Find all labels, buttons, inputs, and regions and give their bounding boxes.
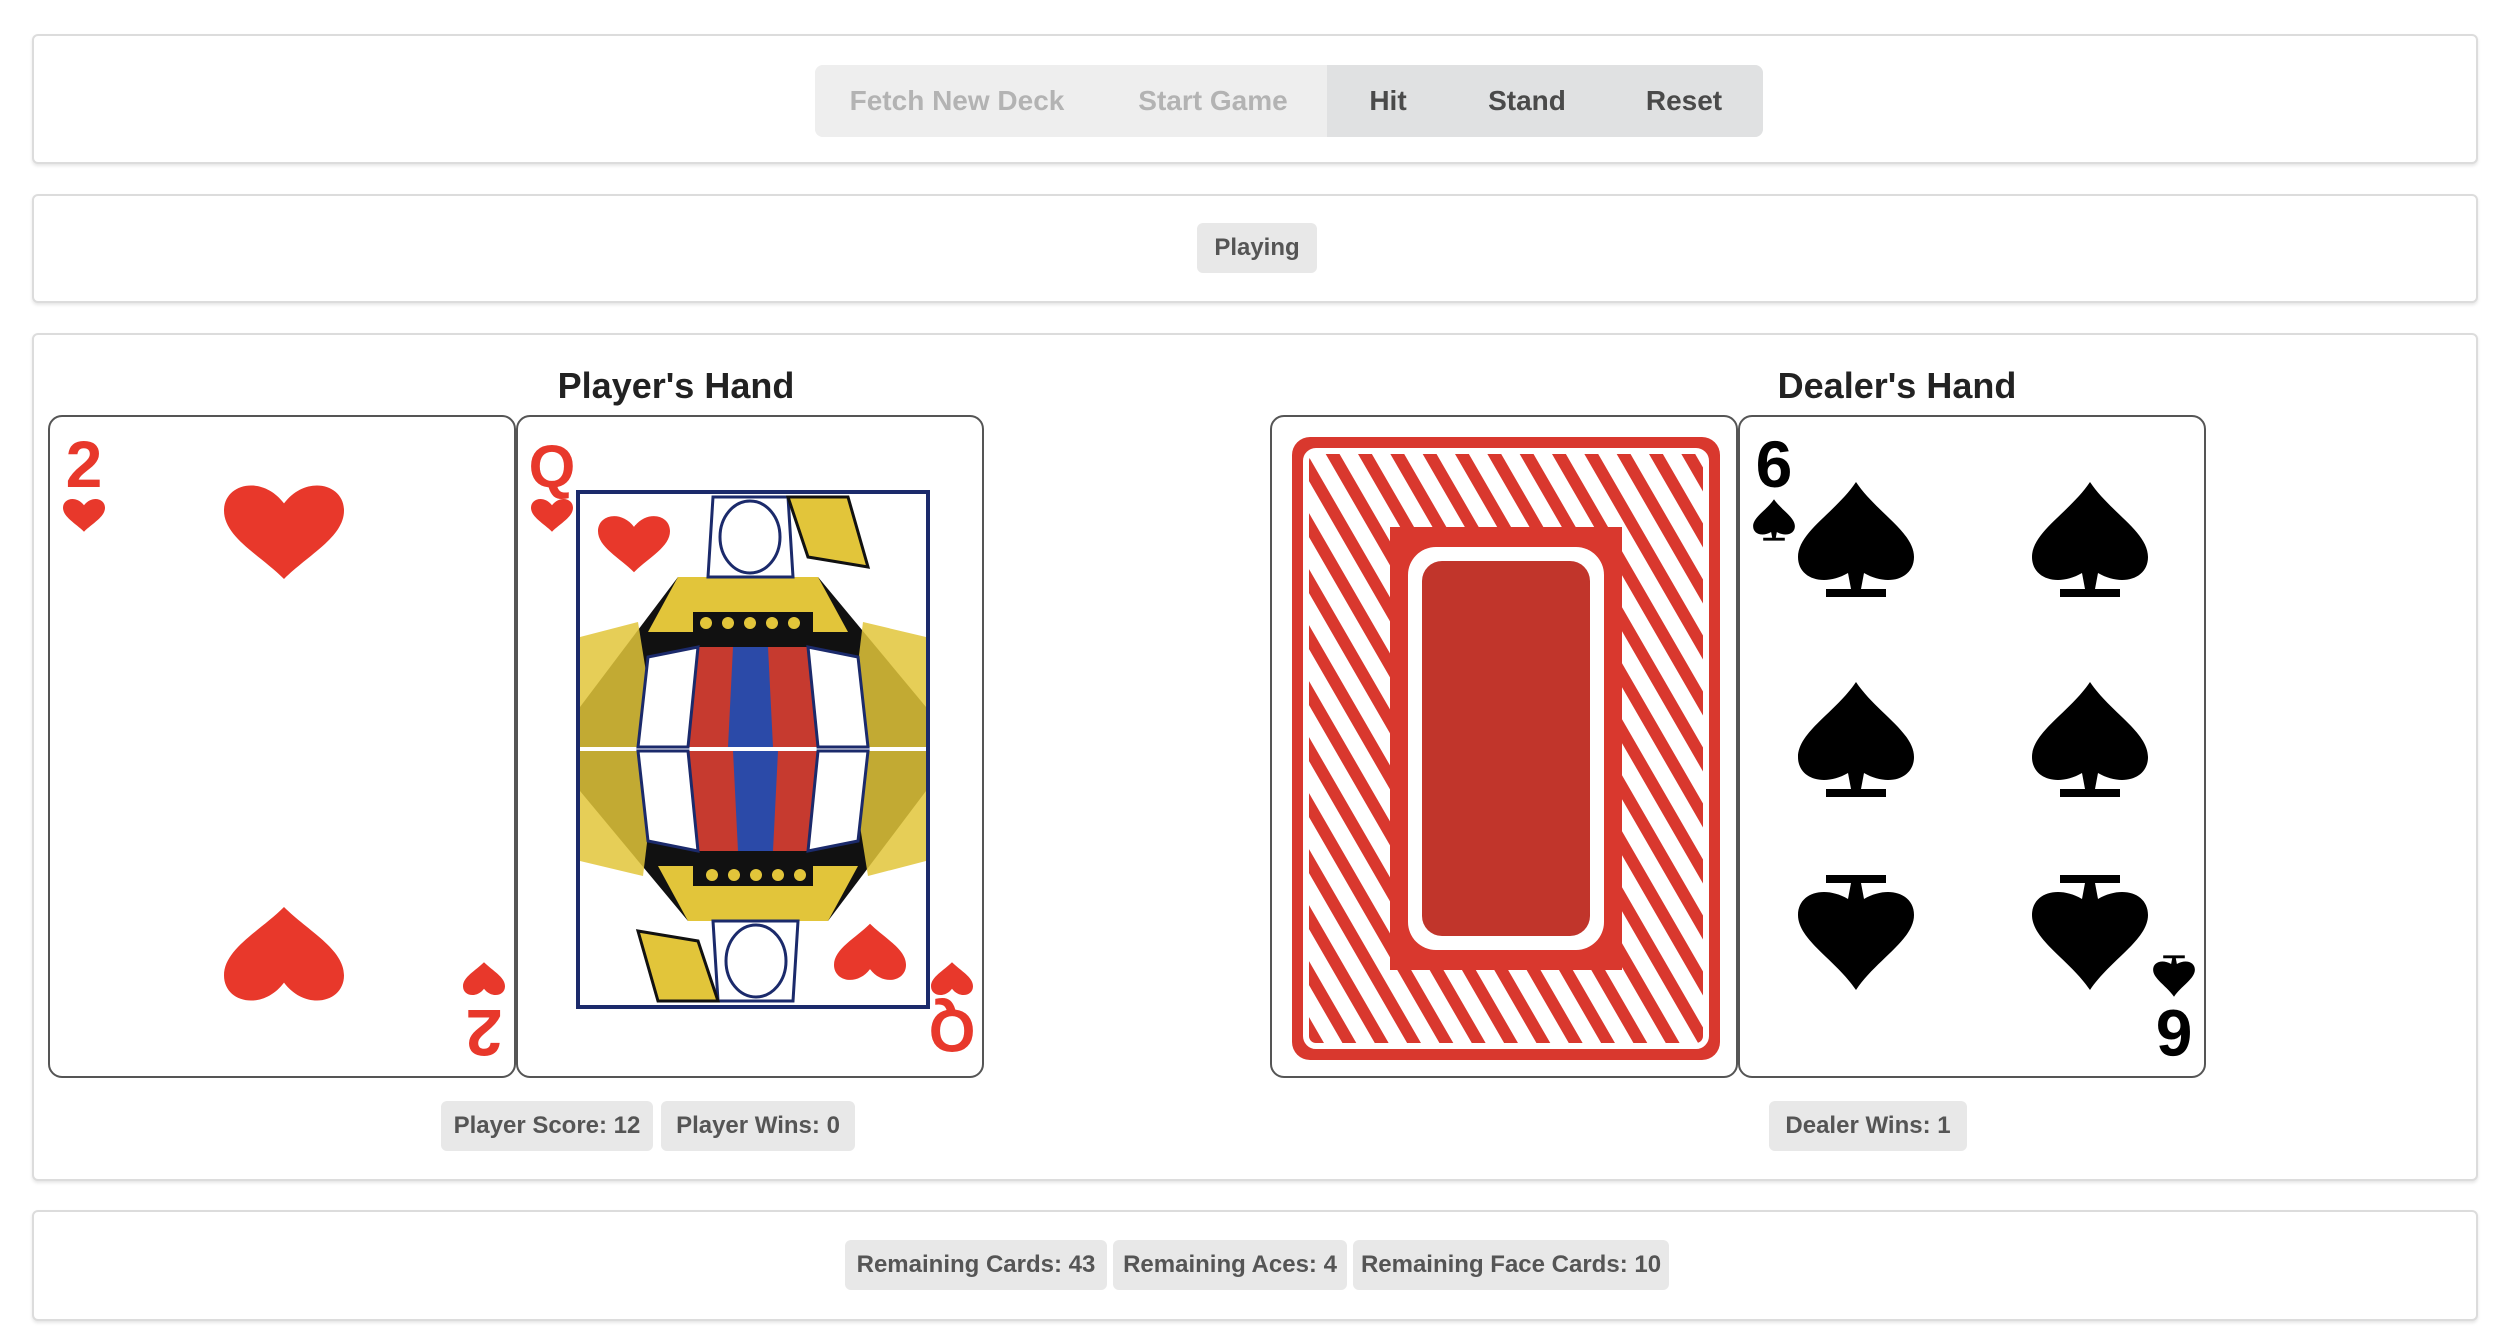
fetch-new-deck-button[interactable]: Fetch New Deck <box>815 65 1099 137</box>
spade-icon <box>1753 482 2195 997</box>
game-button-group: Fetch New Deck Start Game Hit Stand Rese… <box>815 65 1763 137</box>
status-panel: Playing <box>32 194 2478 303</box>
player-score-badge: Player Score: 12 <box>441 1101 653 1151</box>
player-wins-badge: Player Wins: 0 <box>661 1101 855 1151</box>
queen-artwork-icon <box>576 490 930 1009</box>
player-card-2-hearts: 2 2 <box>48 415 516 1078</box>
dealer-card-face-down <box>1270 415 1738 1078</box>
card-rank-inverted: Q <box>929 997 976 1064</box>
card-rank-inverted: 6 <box>2156 996 2193 1070</box>
heart-icon <box>63 485 505 1001</box>
dealer-hand-title: Dealer's Hand <box>1777 365 2017 406</box>
stand-button[interactable]: Stand <box>1449 65 1605 137</box>
card-rank: Q <box>529 433 576 500</box>
start-game-button[interactable]: Start Game <box>1099 65 1327 137</box>
game-status-badge: Playing <box>1197 223 1317 273</box>
remaining-face-cards-badge: Remaining Face Cards: 10 <box>1353 1240 1669 1290</box>
card-rank: 2 <box>66 427 103 501</box>
card-back-icon <box>1292 437 1720 1060</box>
player-hand-title: Player's Hand <box>557 365 795 406</box>
table-panel: Player's Hand Dealer's Hand 2 2 Q Q 6 6 … <box>32 333 2478 1181</box>
player-card-queen-hearts: Q Q <box>516 415 984 1078</box>
card-rank-inverted: 2 <box>466 996 503 1070</box>
remaining-aces-badge: Remaining Aces: 4 <box>1113 1240 1347 1290</box>
hit-button[interactable]: Hit <box>1327 65 1449 137</box>
controls-panel: Fetch New Deck Start Game Hit Stand Rese… <box>32 34 2478 164</box>
reset-button[interactable]: Reset <box>1605 65 1763 137</box>
heart-icon <box>931 962 973 996</box>
card-rank: 6 <box>1756 427 1793 501</box>
remaining-cards-badge: Remaining Cards: 43 <box>845 1240 1107 1290</box>
dealer-card-6-spades: 6 6 <box>1738 415 2206 1078</box>
dealer-wins-badge: Dealer Wins: 1 <box>1769 1101 1967 1151</box>
deck-stats-panel: Remaining Cards: 43 Remaining Aces: 4 Re… <box>32 1210 2478 1321</box>
heart-icon <box>531 498 573 532</box>
